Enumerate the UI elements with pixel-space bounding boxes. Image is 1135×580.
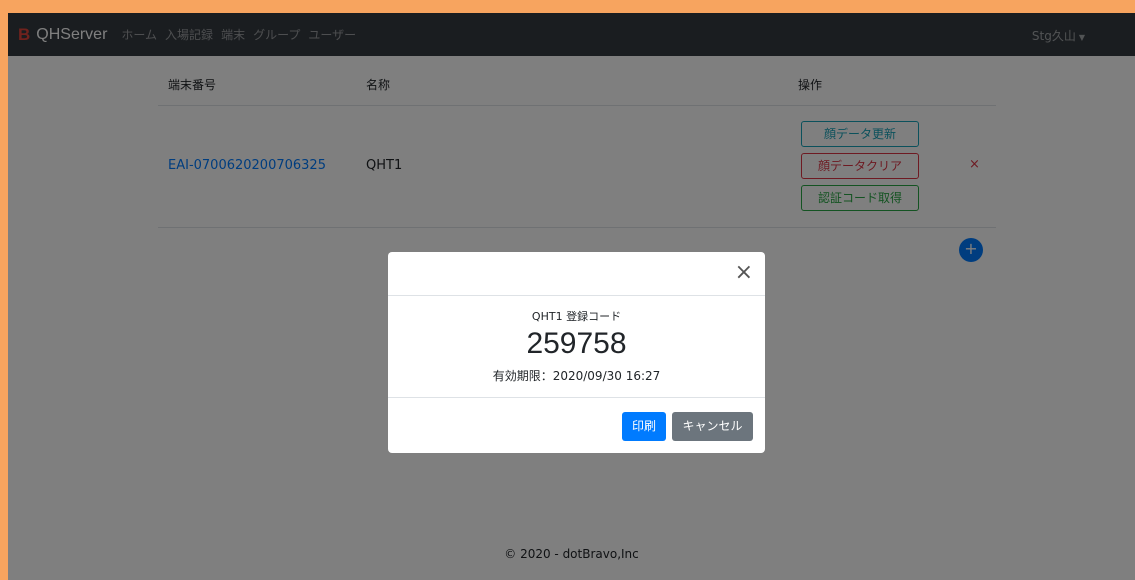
modal-footer: 印刷 キャンセル: [388, 398, 765, 453]
expiry-date: 有効期限：2020/09/30 16:27: [492, 369, 661, 383]
code-label: QHT1 登録コード: [531, 310, 622, 323]
registration-code-modal: × QHT1 登録コード 259758 有効期限：2020/09/30 16:2…: [388, 252, 765, 453]
modal-body: QHT1 登録コード 259758 有効期限：2020/09/30 16:27: [388, 296, 765, 398]
registration-code: 259758: [526, 327, 627, 360]
modal-header: ×: [388, 252, 765, 296]
cancel-button[interactable]: キャンセル: [672, 412, 753, 441]
close-icon[interactable]: ×: [735, 260, 753, 286]
print-button[interactable]: 印刷: [622, 412, 666, 441]
app-window: B QHServer ホーム 入場記録 端末 グループ ユーザー Stg久山▼ …: [8, 13, 1135, 580]
